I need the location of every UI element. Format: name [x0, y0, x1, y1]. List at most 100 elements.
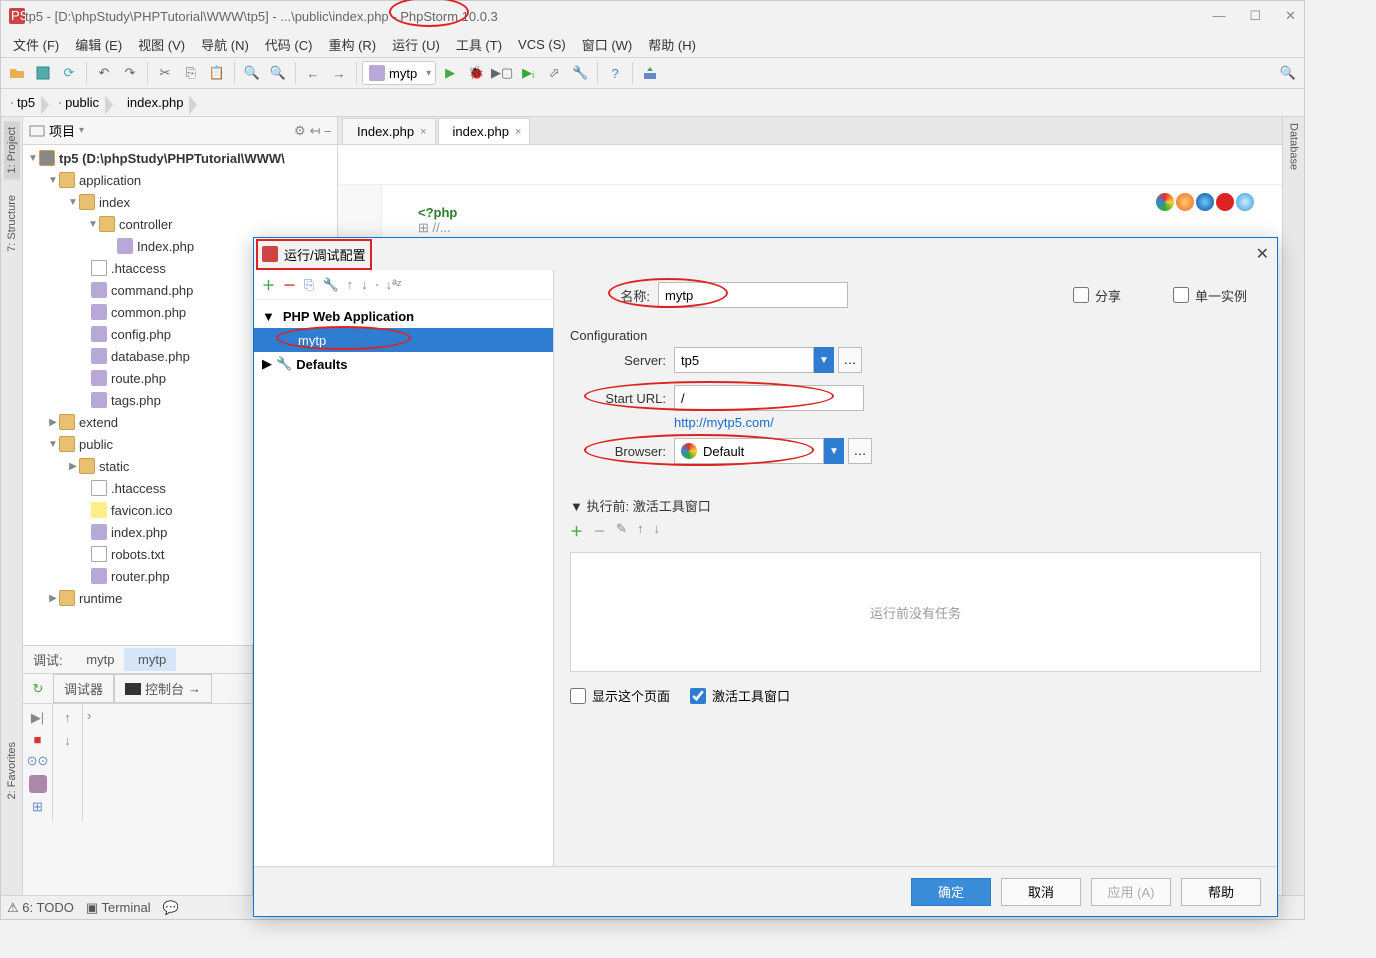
run-config-selector[interactable]: mytp — [362, 61, 436, 85]
safari-icon[interactable] — [1196, 193, 1214, 211]
chrome-icon[interactable] — [1156, 193, 1174, 211]
editor-tab[interactable]: index.php× — [438, 118, 531, 144]
resume-icon[interactable]: ▶| — [31, 710, 44, 726]
menu-window[interactable]: 窗口 (W) — [576, 33, 639, 56]
browser-dropdown-icon[interactable]: ▼ — [824, 438, 844, 464]
search-icon[interactable]: 🔍 — [1276, 61, 1300, 85]
task-edit-icon[interactable]: ✎ — [616, 521, 627, 540]
task-remove-icon[interactable]: － — [593, 521, 606, 540]
ok-button[interactable]: 确定 — [911, 878, 991, 906]
menu-run[interactable]: 运行 (U) — [386, 33, 446, 56]
hide-icon[interactable]: ⎯ — [325, 123, 332, 139]
open-icon[interactable] — [5, 61, 29, 85]
copy-icon[interactable]: ⎘ — [304, 277, 314, 293]
stop-icon[interactable]: ■ — [34, 732, 42, 747]
menu-vcs[interactable]: VCS (S) — [512, 35, 572, 54]
cut-icon[interactable]: ✂ — [153, 61, 177, 85]
replace-icon[interactable]: 🔍 — [266, 61, 290, 85]
help-icon[interactable]: ? — [603, 61, 627, 85]
down-icon[interactable]: ↓ — [64, 733, 71, 748]
collapse-icon[interactable]: ↤ — [310, 123, 321, 139]
redo-icon[interactable]: ↷ — [118, 61, 142, 85]
tree-node-mytp[interactable]: mytp — [254, 328, 553, 352]
paste-icon[interactable]: 📋 — [205, 61, 229, 85]
cancel-button[interactable]: 取消 — [1001, 878, 1081, 906]
breadcrumb-item[interactable]: tp5 — [5, 93, 41, 112]
view-bp-icon[interactable]: ⊙⊙ — [27, 753, 49, 769]
settings-icon[interactable]: 🔧 — [322, 277, 338, 293]
debug-tab[interactable]: mytp — [124, 648, 176, 671]
server-more-button[interactable]: … — [838, 347, 862, 373]
run2-icon[interactable]: ▶ᵢ — [516, 61, 540, 85]
breadcrumb-item[interactable]: index.php — [117, 93, 189, 112]
activate-tool-checkbox[interactable]: 激活工具窗口 — [690, 686, 790, 705]
server-dropdown-icon[interactable]: ▼ — [814, 347, 834, 373]
debugger-tab[interactable]: 调试器 — [53, 674, 114, 703]
gear-icon[interactable]: ⚙ — [294, 123, 306, 139]
menu-code[interactable]: 代码 (C) — [259, 33, 319, 56]
tab-structure[interactable]: 7: Structure — [4, 189, 20, 258]
config-tree[interactable]: ▼PHP Web Application mytp ▶🔧Defaults — [254, 300, 553, 866]
layout-icon[interactable]: ⊞ — [32, 799, 43, 815]
remove-icon[interactable]: － — [283, 275, 296, 294]
tab-project[interactable]: 1: Project — [4, 121, 20, 179]
show-page-checkbox[interactable]: 显示这个页面 — [570, 686, 670, 705]
menu-tools[interactable]: 工具 (T) — [450, 33, 508, 56]
rerun-icon[interactable]: ↻ — [23, 681, 53, 697]
editor-tab[interactable]: Index.php× — [342, 118, 436, 144]
share-checkbox[interactable]: 分享 — [1073, 286, 1153, 305]
coverage-icon[interactable]: ▶▢ — [490, 61, 514, 85]
tree-node-defaults[interactable]: ▶🔧Defaults — [254, 352, 553, 376]
task-up-icon[interactable]: ↑ — [637, 521, 644, 540]
menu-file[interactable]: 文件 (F) — [7, 33, 65, 56]
console-tab[interactable]: 控制台 → — [114, 674, 212, 703]
sync-icon[interactable]: ⟳ — [57, 61, 81, 85]
menu-view[interactable]: 视图 (V) — [132, 33, 191, 56]
task-add-icon[interactable]: ＋ — [570, 521, 583, 540]
find-icon[interactable]: 🔍 — [240, 61, 264, 85]
opera-icon[interactable] — [1216, 193, 1234, 211]
close-icon[interactable]: ✕ — [1285, 8, 1296, 24]
breadcrumb-item[interactable]: public — [53, 93, 105, 112]
maximize-icon[interactable]: ☐ — [1249, 8, 1261, 24]
messages-icon[interactable]: 💬 — [163, 900, 179, 916]
starturl-input[interactable] — [674, 385, 864, 411]
minimize-icon[interactable]: — — [1212, 8, 1225, 24]
debug-tab[interactable]: mytp — [73, 648, 125, 671]
tab-database[interactable]: Database — [1286, 117, 1302, 176]
firefox-icon[interactable] — [1176, 193, 1194, 211]
before-launch-label[interactable]: ▼ 执行前: 激活工具窗口 — [570, 496, 1261, 515]
dialog-close-icon[interactable]: ✕ — [1256, 244, 1269, 264]
up-icon[interactable]: ↑ — [347, 277, 354, 292]
undo-icon[interactable]: ↶ — [92, 61, 116, 85]
settings-icon[interactable]: 🔧 — [568, 61, 592, 85]
project-header[interactable]: 项目 ▾ — [29, 121, 84, 140]
back-icon[interactable]: ← — [301, 61, 325, 85]
ie-icon[interactable] — [1236, 193, 1254, 211]
copy-icon[interactable]: ⎘ — [179, 61, 203, 85]
menu-edit[interactable]: 编辑 (E) — [69, 33, 128, 56]
menu-help[interactable]: 帮助 (H) — [642, 33, 702, 56]
save-icon[interactable] — [31, 61, 55, 85]
name-input[interactable] — [658, 282, 848, 308]
menu-refactor[interactable]: 重构 (R) — [322, 33, 382, 56]
tree-node[interactable]: ▼PHP Web Application — [254, 304, 553, 328]
task-down-icon[interactable]: ↓ — [653, 521, 660, 540]
forward-icon[interactable]: → — [327, 61, 351, 85]
stop-icon[interactable]: ⬀ — [542, 61, 566, 85]
help-button[interactable]: 帮助 — [1181, 878, 1261, 906]
single-instance-checkbox[interactable]: 单一实例 — [1173, 286, 1253, 305]
run-icon[interactable]: ▶ — [438, 61, 462, 85]
browser-more-button[interactable]: … — [848, 438, 872, 464]
debug-icon[interactable]: 🐞 — [464, 61, 488, 85]
apply-button[interactable]: 应用 (A) — [1091, 878, 1171, 906]
menu-navigate[interactable]: 导航 (N) — [195, 33, 255, 56]
browser-select[interactable]: Default — [674, 438, 824, 464]
server-select[interactable]: tp5 — [674, 347, 814, 373]
mute-bp-icon[interactable] — [29, 775, 47, 793]
close-tab-icon[interactable]: × — [515, 126, 521, 138]
up-icon[interactable]: ↑ — [64, 710, 71, 725]
todo-tab[interactable]: ⚠ 6: TODO — [7, 900, 74, 916]
tab-favorites[interactable]: 2: Favorites — [4, 736, 20, 805]
upload-icon[interactable] — [638, 61, 662, 85]
